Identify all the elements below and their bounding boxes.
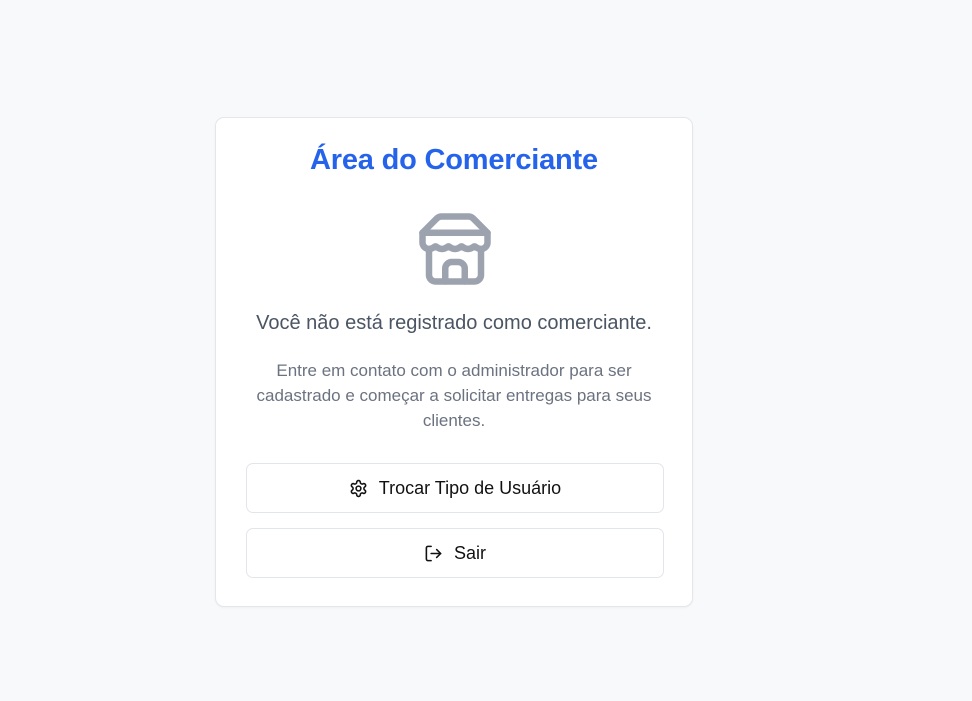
logout-label: Sair [453,542,486,563]
gear-icon [349,479,368,498]
contact-admin-description: Entre em contato com o administrador par… [256,361,652,430]
switch-user-type-button[interactable]: Trocar Tipo de Usuário [246,463,664,513]
logout-button[interactable]: Sair [246,528,664,578]
store-icon [419,213,491,285]
not-registered-message: Você não está registrado como comerciant… [256,312,652,334]
logout-icon [424,544,443,563]
merchant-area-card: Área do Comerciante Você não está regist… [215,117,693,607]
page-title: Área do Comerciante [310,144,598,176]
switch-user-type-label: Trocar Tipo de Usuário [378,477,562,498]
